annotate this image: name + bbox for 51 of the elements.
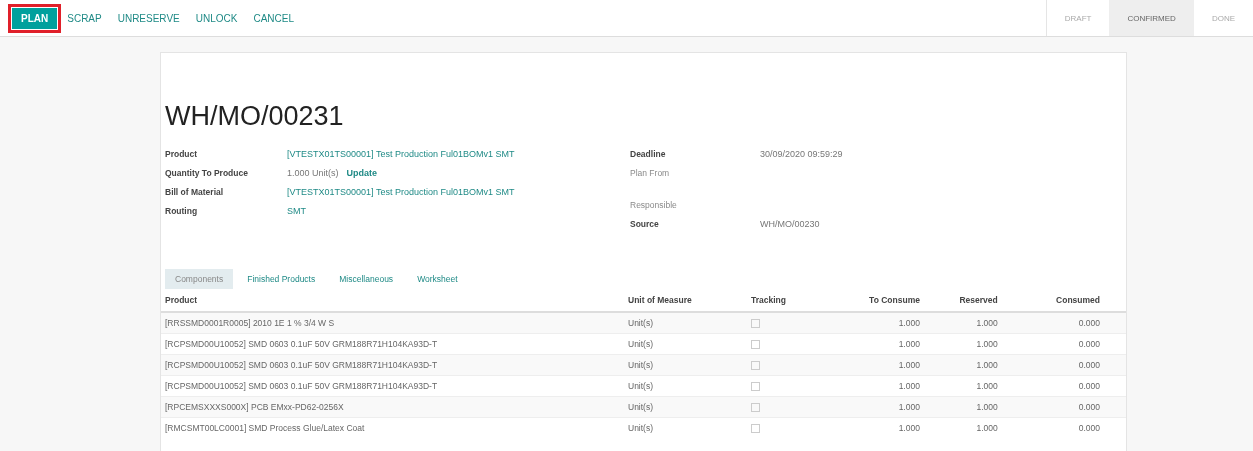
checkbox[interactable] — [751, 340, 760, 350]
field-link[interactable]: SMT — [287, 205, 306, 216]
checkbox[interactable] — [751, 361, 760, 371]
action-button[interactable]: UNLOCK — [189, 8, 244, 28]
update-link[interactable]: Update — [346, 167, 378, 178]
table-cell: Unit(s) — [624, 312, 747, 334]
tab[interactable]: Finished Products — [237, 269, 326, 289]
table-cell: Unit(s) — [624, 417, 747, 438]
status-step[interactable]: DRAFT — [1046, 0, 1110, 36]
table-cell: [RMCSMT00LC0001] SMD Process Glue/Latex Coat — [161, 417, 624, 438]
field-value: 1.000 Unit(s) — [287, 167, 339, 178]
field-label: Source — [630, 218, 660, 229]
table-cell: 0.000 — [1001, 354, 1126, 376]
table-cell: 1.000 — [923, 396, 1002, 418]
tab[interactable]: Components — [165, 269, 234, 289]
table-cell: 0.000 — [1001, 417, 1126, 438]
table-cell: Unit(s) — [624, 396, 747, 418]
tab[interactable]: Worksheet — [407, 269, 468, 289]
action-button[interactable]: UNRESERVE — [111, 8, 186, 28]
action-button[interactable]: SCRAP — [61, 8, 108, 28]
table-cell: 1.000 — [923, 354, 1002, 376]
status-step[interactable]: CONFIRMED — [1109, 0, 1194, 36]
field-label: Deadline — [630, 148, 667, 159]
checkbox[interactable] — [751, 424, 760, 434]
action-button[interactable]: CANCEL — [247, 8, 300, 28]
table-cell: 1.000 — [825, 396, 924, 418]
table-cell: 1.000 — [825, 417, 924, 438]
table-cell: 1.000 — [923, 417, 1002, 438]
field-label: Plan From — [630, 167, 671, 178]
field-label: Responsible — [630, 199, 678, 210]
field-label: Bill of Material — [165, 186, 225, 197]
checkbox[interactable] — [751, 319, 760, 329]
status-step[interactable]: DONE — [1193, 0, 1253, 36]
field-link[interactable]: [VTESTX01TS00001] Test Production Ful01BOMv1 SMT — [287, 186, 515, 197]
record-title: WH/MO/00231 — [165, 101, 345, 132]
table-cell: 1.000 — [825, 354, 924, 376]
table-cell: 0.000 — [1001, 396, 1126, 418]
table-cell: Unit(s) — [624, 354, 747, 376]
field-link[interactable]: [VTESTX01TS00001] Test Production Ful01BOMv1 SMT — [287, 148, 515, 159]
table-cell: [RPCEMSXXXS000X] PCB EMxx-PD62-0256X — [161, 396, 624, 418]
field-label: Quantity To Produce — [165, 167, 249, 178]
tab[interactable]: Miscellaneous — [329, 269, 404, 289]
checkbox[interactable] — [751, 403, 760, 413]
field-value: 30/09/2020 09:59:29 — [760, 148, 843, 159]
table-cell: [RRSSMD0001R0005] 2010 1E 1 % 3/4 W S — [161, 312, 624, 334]
field-value: WH/MO/00230 — [760, 218, 820, 229]
field-label: Routing — [165, 205, 199, 216]
checkbox[interactable] — [751, 382, 760, 392]
field-label: Product — [165, 148, 199, 159]
table-cell: 1.000 — [825, 312, 924, 334]
table-cell: [RCPSMD00U10052] SMD 0603 0.1uF 50V GRM188R71H104KA93D-T — [161, 354, 624, 376]
